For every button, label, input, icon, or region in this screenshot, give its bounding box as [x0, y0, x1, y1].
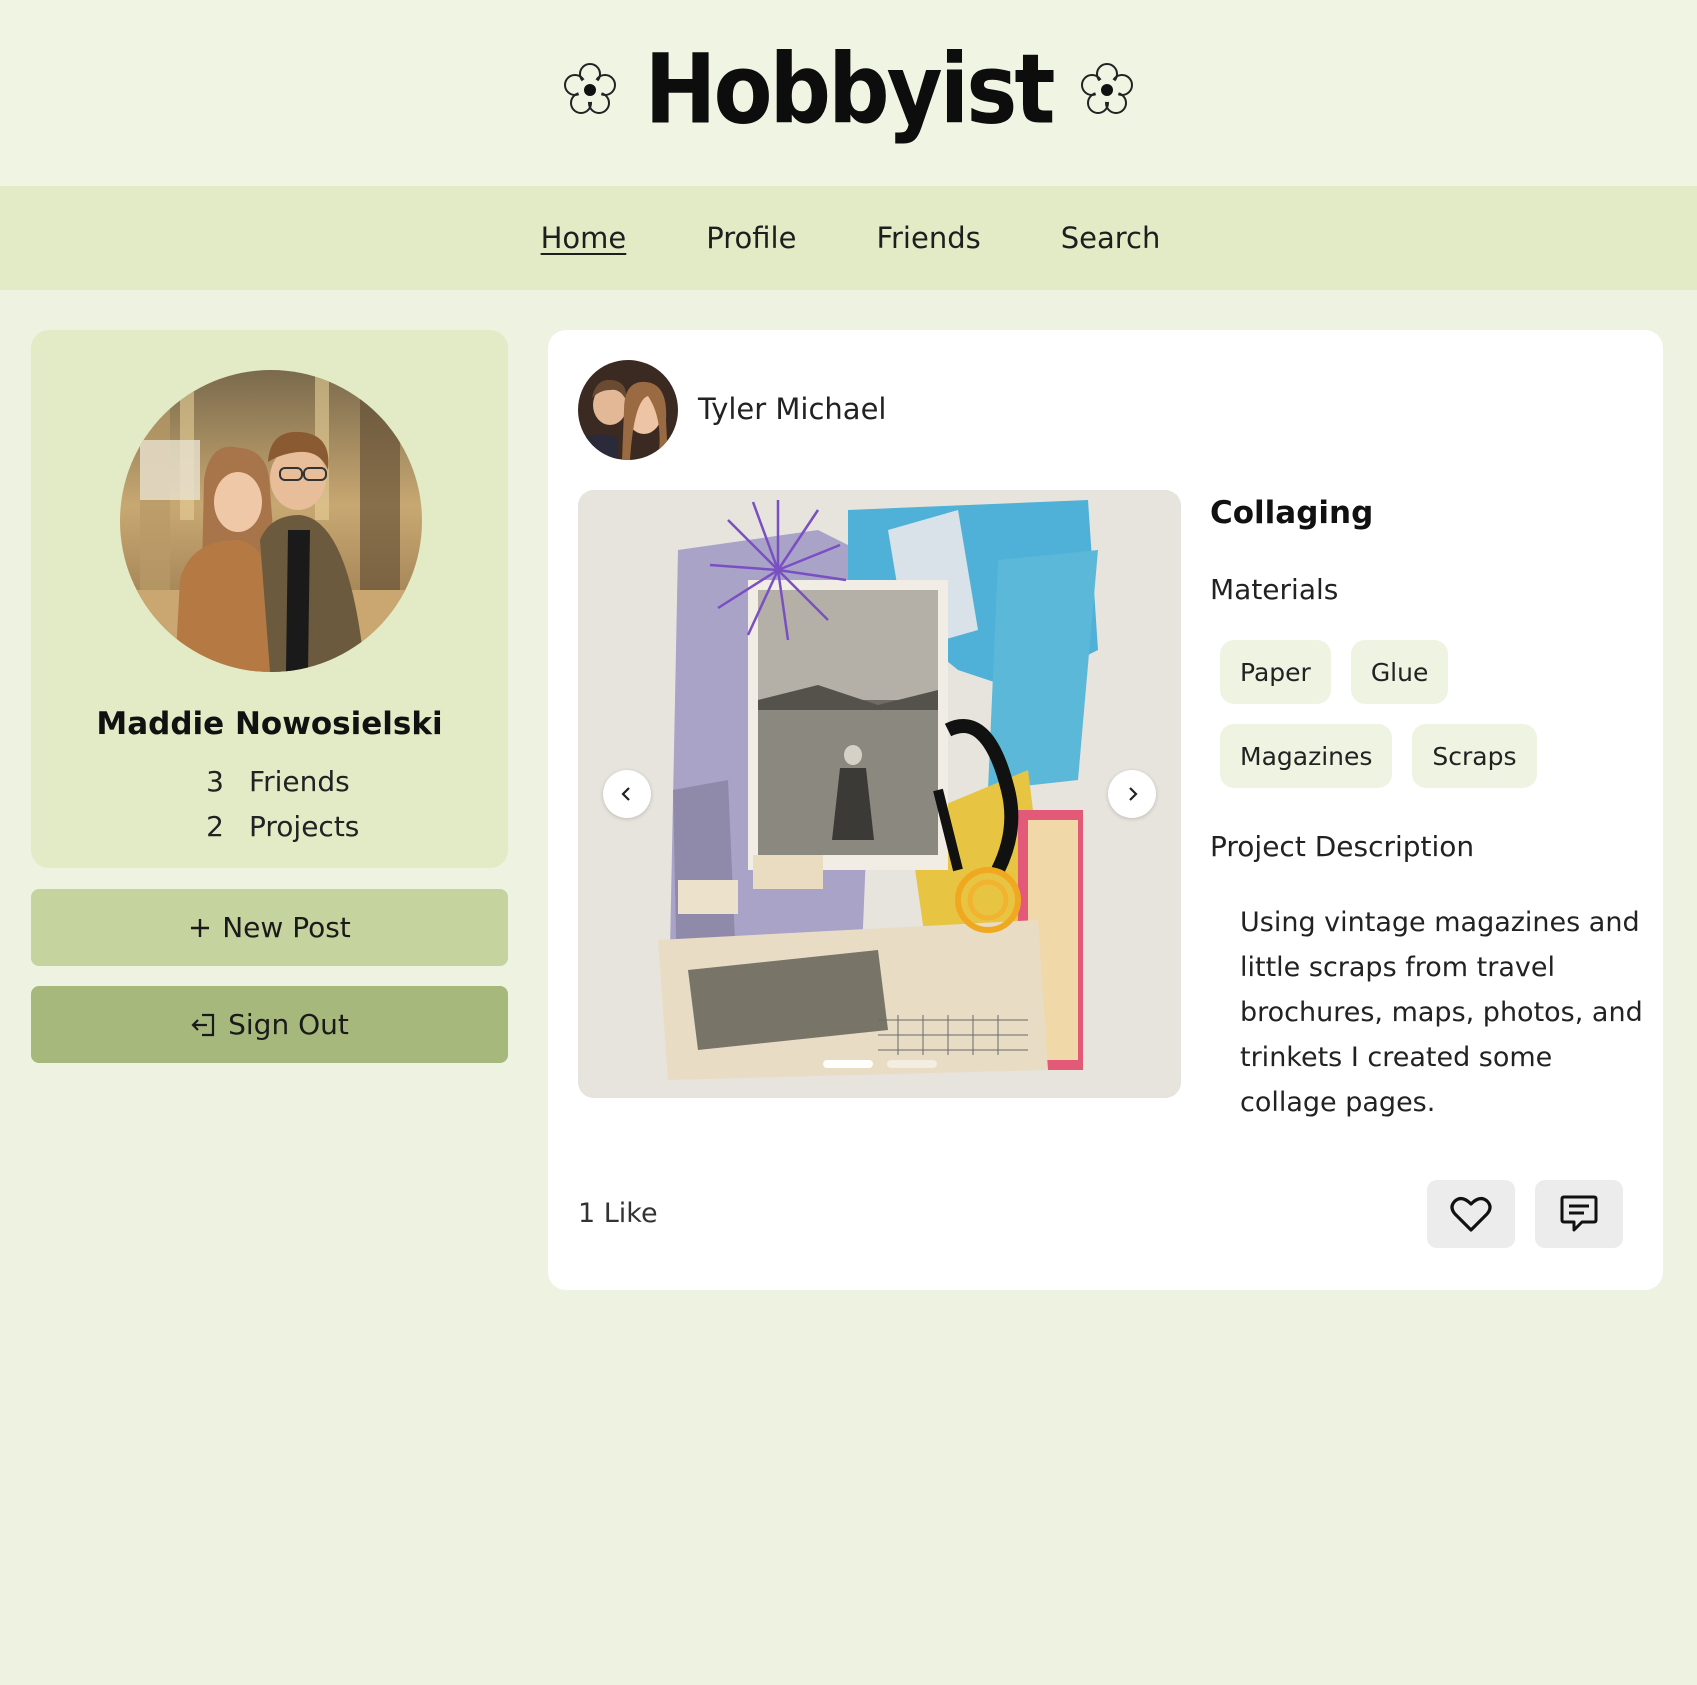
- description-label: Project Description: [1210, 830, 1475, 863]
- project-title: Collaging: [1210, 495, 1374, 531]
- sign-out-icon: [191, 1013, 215, 1036]
- carousel-prev-button[interactable]: [603, 770, 651, 818]
- project-description: Using vintage magazines and little scrap…: [1240, 907, 1643, 1118]
- carousel-indicators: [578, 1060, 1181, 1068]
- flower-icon: [564, 63, 617, 114]
- material-tag: Paper: [1220, 640, 1331, 704]
- profile-card: Maddie Nowosielski 3 Friends 2 Projects: [31, 330, 508, 868]
- material-tag: Glue: [1350, 640, 1449, 704]
- materials-label: Materials: [1210, 573, 1339, 606]
- plus-icon: [191, 918, 210, 937]
- comment-button[interactable]: [1535, 1180, 1623, 1248]
- material-tag: Scraps: [1412, 724, 1537, 788]
- author-avatar[interactable]: [578, 360, 678, 460]
- post-author-name[interactable]: Tyler Michael: [698, 392, 886, 426]
- nav-friends[interactable]: Friends: [876, 221, 980, 255]
- like-count: 1 Like: [578, 1198, 658, 1229]
- comment-icon: [1560, 1195, 1598, 1232]
- profile-avatar: [120, 370, 422, 672]
- image-carousel[interactable]: [578, 490, 1181, 1098]
- materials-tags: Paper Glue Magazines Scraps: [1220, 640, 1640, 788]
- nav-profile[interactable]: Profile: [706, 221, 796, 255]
- profile-name: Maddie Nowosielski: [96, 706, 443, 742]
- carousel-dot[interactable]: [822, 1060, 873, 1068]
- stat-label: Friends: [249, 765, 350, 798]
- stat-count: 2: [206, 810, 224, 843]
- site-header: Hobbyist: [0, 0, 1697, 186]
- stat-friends[interactable]: 3 Friends: [187, 765, 350, 798]
- nav-search[interactable]: Search: [1061, 221, 1161, 255]
- heart-icon: [1450, 1197, 1492, 1232]
- logo-text: Hobbyist: [644, 34, 1055, 146]
- stat-projects[interactable]: 2 Projects: [187, 810, 359, 843]
- new-post-button[interactable]: New Post: [31, 889, 508, 966]
- chevron-left-icon: [621, 787, 630, 801]
- material-tag: Magazines: [1220, 724, 1393, 788]
- post-card: Tyler Michael Collaging Materials Paper …: [548, 330, 1663, 1290]
- stat-count: 3: [206, 765, 224, 798]
- nav-home[interactable]: Home: [541, 221, 627, 255]
- flower-icon: [1080, 63, 1133, 114]
- carousel-next-button[interactable]: [1108, 770, 1156, 818]
- chevron-right-icon: [1129, 787, 1138, 801]
- sign-out-label: Sign Out: [228, 1008, 349, 1041]
- new-post-label: New Post: [222, 911, 351, 944]
- sign-out-button[interactable]: Sign Out: [31, 986, 508, 1063]
- logo[interactable]: Hobbyist: [558, 34, 1138, 146]
- collage-image: [578, 490, 1181, 1098]
- like-button[interactable]: [1427, 1180, 1515, 1248]
- carousel-dot[interactable]: [886, 1060, 937, 1068]
- main-nav: Home Profile Friends Search: [0, 186, 1697, 290]
- stat-label: Projects: [249, 810, 360, 843]
